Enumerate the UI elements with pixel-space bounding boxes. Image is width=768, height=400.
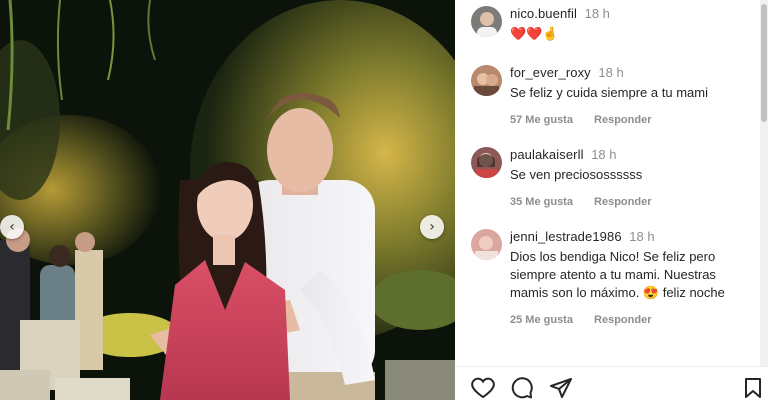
avatar[interactable] (471, 147, 502, 178)
caption-text: ❤️❤️🤞 (510, 26, 559, 41)
comment-time[interactable]: 18 h (629, 229, 654, 244)
photo-scene (0, 0, 455, 400)
comments-panel: nico.buenfil 18 h ❤️❤️🤞 for_ever_roxy 18… (455, 0, 768, 400)
comment-likes[interactable]: 25 Me gusta (510, 314, 573, 326)
caption-username[interactable]: nico.buenfil (510, 6, 577, 21)
reply-button[interactable]: Responder (594, 314, 651, 326)
carousel-next-button[interactable]: › (420, 215, 444, 239)
comment-username[interactable]: for_ever_roxy (510, 65, 591, 80)
reply-button[interactable]: Responder (594, 114, 651, 126)
heart-icon[interactable] (471, 376, 495, 400)
comment-likes[interactable]: 57 Me gusta (510, 114, 573, 126)
post-actions-bar (455, 366, 768, 400)
comment-text: Se ven preciosossssss (510, 167, 643, 182)
avatar[interactable] (471, 65, 502, 96)
comment-username[interactable]: paulakaiserll (510, 147, 584, 162)
reply-button[interactable]: Responder (594, 196, 651, 208)
avatar[interactable] (471, 6, 502, 37)
comment-time[interactable]: 18 h (598, 65, 623, 80)
comment-likes[interactable]: 35 Me gusta (510, 196, 573, 208)
chevron-right-icon: › (429, 219, 435, 235)
comment-icon[interactable] (510, 376, 534, 400)
comment-text: Se feliz y cuida siempre a tu mami (510, 85, 708, 100)
bookmark-icon[interactable] (741, 376, 765, 400)
send-icon[interactable] (549, 376, 573, 400)
scrollbar-thumb[interactable] (761, 4, 767, 122)
comment-text: Dios los bendiga Nico! Se feliz pero sie… (510, 249, 725, 300)
comment-time[interactable]: 18 h (591, 147, 616, 162)
carousel-prev-button[interactable]: ‹ (0, 215, 24, 239)
comment-username[interactable]: jenni_lestrade1986 (510, 229, 622, 244)
caption-time[interactable]: 18 h (585, 6, 610, 21)
chevron-left-icon: ‹ (9, 219, 15, 235)
avatar[interactable] (471, 229, 502, 260)
comments-scrollbar[interactable] (760, 0, 768, 366)
comments-list[interactable]: nico.buenfil 18 h ❤️❤️🤞 for_ever_roxy 18… (455, 0, 755, 366)
post-photo[interactable]: ‹ › (0, 0, 455, 400)
